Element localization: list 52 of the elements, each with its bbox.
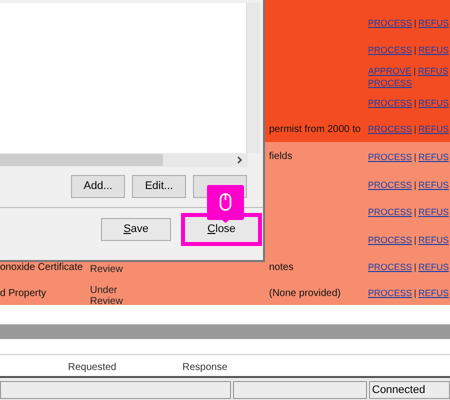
- dialog-button[interactable]: Add...: [71, 175, 125, 198]
- separator-text: |: [414, 44, 416, 56]
- dialog-button[interactable]: Close: [181, 213, 262, 246]
- mouse-click-icon: [207, 185, 244, 223]
- action-link[interactable]: PROCESS: [368, 287, 412, 299]
- action-link[interactable]: PROCESS: [368, 150, 412, 162]
- separator-text: |: [414, 16, 416, 28]
- separator-text: |: [414, 150, 416, 162]
- column-header: Requested: [68, 361, 116, 375]
- separator-text: |: [414, 261, 416, 273]
- table-cell-text: notes: [269, 260, 294, 275]
- chevron-right-icon[interactable]: [237, 156, 243, 164]
- action-link[interactable]: REFUS: [418, 150, 449, 162]
- action-link[interactable]: PROCESS: [368, 234, 412, 246]
- dialog-button[interactable]: Save: [101, 218, 171, 241]
- separator-text: |: [414, 97, 416, 109]
- table-cell-text: Review: [90, 263, 124, 275]
- action-link[interactable]: REFUS: [418, 261, 449, 273]
- action-link[interactable]: PROCESS: [368, 261, 412, 273]
- separator-text: |: [414, 178, 416, 190]
- connection-status: Connected: [369, 381, 450, 399]
- action-link[interactable]: PROCESS: [368, 123, 412, 135]
- separator-text: |: [414, 206, 416, 218]
- table-cell: onoxide Certificate: [0, 262, 83, 273]
- action-link[interactable]: REFUS: [418, 287, 449, 299]
- action-link[interactable]: REFUS: [418, 44, 449, 56]
- action-link[interactable]: PROCESS: [368, 16, 412, 28]
- action-link[interactable]: REFUS: [418, 206, 449, 218]
- scrollbar-thumb[interactable]: [0, 154, 163, 166]
- separator-text: |: [414, 64, 416, 76]
- action-link[interactable]: REFUS: [418, 16, 449, 28]
- table-cell-text: fields: [269, 150, 292, 164]
- table-cell-text: Under Review: [90, 284, 124, 305]
- action-link[interactable]: PROCESS: [368, 97, 412, 109]
- action-link[interactable]: APPROVE: [368, 64, 412, 76]
- table-cell-text: (None provided): [269, 286, 341, 301]
- table-cell: d Property: [0, 288, 46, 299]
- action-link[interactable]: PROCESS: [368, 206, 412, 218]
- table-cell-text: permist from 2000 to: [269, 122, 361, 137]
- action-link[interactable]: REFUS: [418, 178, 449, 190]
- action-link[interactable]: PROCESS: [368, 178, 412, 190]
- action-link[interactable]: PROCESS: [368, 44, 412, 56]
- action-link[interactable]: REFUS: [418, 64, 448, 76]
- dialog-button[interactable]: Edit...: [132, 175, 186, 198]
- action-link[interactable]: PROCESS: [368, 76, 412, 88]
- column-header: Response: [182, 361, 228, 375]
- separator-text: |: [414, 123, 416, 135]
- separator-text: |: [414, 234, 416, 246]
- action-link[interactable]: REFUS: [418, 97, 449, 109]
- action-link[interactable]: REFUS: [418, 123, 449, 135]
- separator-text: |: [414, 287, 416, 299]
- action-link[interactable]: REFUS: [418, 234, 449, 246]
